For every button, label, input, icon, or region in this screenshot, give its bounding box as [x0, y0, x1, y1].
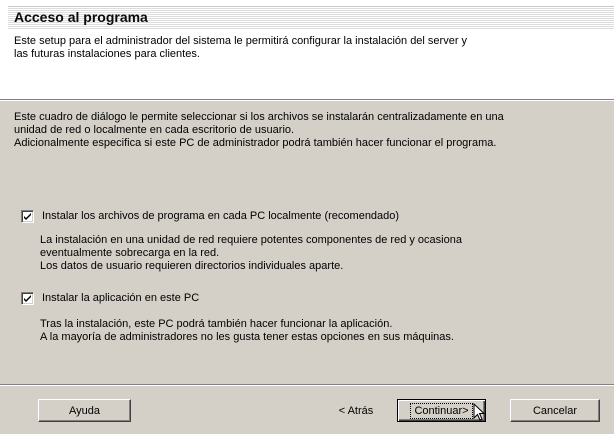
footer-divider-highlight [0, 385, 614, 386]
header-panel: Acceso al programa Este setup para el ad… [0, 0, 614, 99]
intro-line: unidad de red o localmente en cada escri… [14, 124, 295, 136]
description-line: eventualmente sobrecarga en la red. [40, 247, 220, 259]
subtitle-line: Este setup para el administrador del sis… [14, 35, 468, 47]
install-on-this-pc-checkbox[interactable]: Instalar la aplicación en este PC [21, 291, 199, 305]
intro-text: Este cuadro de diálogo le permite selecc… [14, 111, 610, 150]
page-title: Acceso al programa [14, 9, 148, 25]
description-line: A la mayoría de administradores no les g… [40, 331, 454, 343]
local-install-description: La instalación en una unidad de red requ… [40, 234, 462, 273]
help-button[interactable]: Ayuda [38, 399, 131, 422]
mouse-pointer-icon [473, 403, 485, 421]
subtitle-line: las futuras instalaciones para clientes. [14, 48, 200, 60]
description-line: Los datos de usuario requieren directori… [40, 260, 344, 272]
continue-button-label: Continuar> [410, 402, 473, 419]
cancel-button[interactable]: Cancelar [510, 399, 600, 422]
checkbox-box[interactable] [21, 209, 34, 223]
intro-line: Adicionalmente especifica si este PC de … [14, 137, 497, 149]
local-install-label: Instalar los archivos de programa en cad… [42, 210, 400, 222]
header-divider-highlight [0, 100, 614, 101]
install-on-this-pc-label: Instalar la aplicación en este PC [42, 292, 200, 304]
intro-line: Este cuadro de diálogo le permite selecc… [14, 111, 504, 123]
install-on-this-pc-description: Tras la instalación, este PC podrá tambi… [40, 318, 454, 344]
header-subtitle: Este setup para el administrador del sis… [14, 35, 574, 61]
title-band: Acceso al programa [8, 6, 614, 29]
checkbox-box[interactable] [21, 291, 34, 305]
checkmark-icon [24, 294, 31, 302]
description-line: Tras la instalación, este PC podrá tambi… [40, 318, 393, 330]
checkmark-icon [24, 212, 31, 220]
description-line: La instalación en una unidad de red requ… [40, 234, 462, 246]
back-button[interactable]: < Atrás [318, 399, 394, 422]
local-install-checkbox[interactable]: Instalar los archivos de programa en cad… [21, 209, 399, 223]
